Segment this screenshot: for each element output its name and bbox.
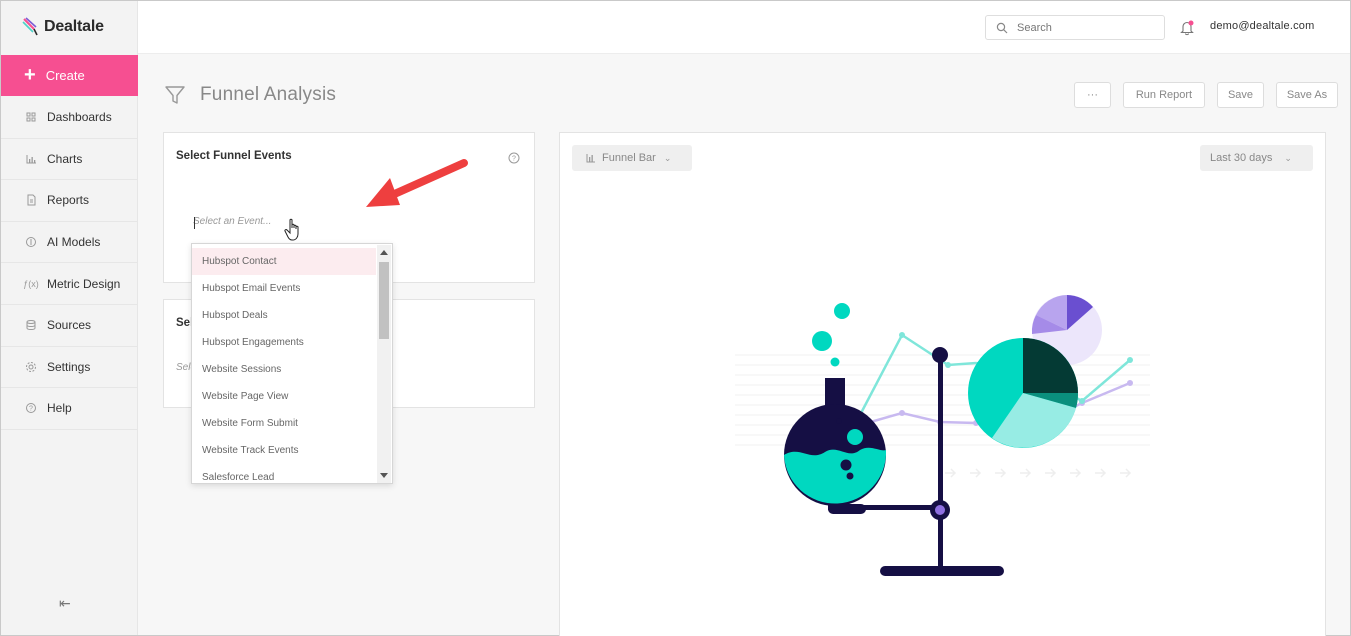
collapse-sidebar-icon[interactable]: ⇤ bbox=[59, 595, 71, 612]
sidebar-item-dashboards[interactable]: Dashboards bbox=[1, 97, 138, 139]
grid-icon bbox=[26, 112, 36, 122]
bar-chart-icon bbox=[26, 154, 36, 164]
dropdown-option[interactable]: Website Page View bbox=[192, 383, 376, 410]
more-options-button[interactable]: ··· bbox=[1074, 82, 1111, 108]
sidebar-item-help[interactable]: ? Help bbox=[1, 388, 138, 430]
dropdown-option[interactable]: Hubspot Email Events bbox=[192, 275, 376, 302]
sidebar-item-label: Reports bbox=[47, 193, 90, 208]
scrollbar-thumb[interactable] bbox=[379, 262, 389, 339]
search-box[interactable] bbox=[985, 15, 1165, 40]
brand-name: Dealtale bbox=[44, 18, 104, 35]
sidebar-item-settings[interactable]: Settings bbox=[1, 347, 138, 389]
page-title: Funnel Analysis bbox=[200, 84, 337, 105]
dropdown-option[interactable]: Hubspot Engagements bbox=[192, 329, 376, 356]
funnel-events-title: Select Funnel Events bbox=[176, 150, 292, 162]
create-label: Create bbox=[45, 68, 85, 83]
sidebar-item-label: Metric Design bbox=[47, 276, 121, 291]
question-icon: ? bbox=[26, 403, 36, 414]
date-range-select[interactable]: Last 30 days ⌄ bbox=[1200, 145, 1313, 171]
dropdown-option[interactable]: Salesforce Lead bbox=[192, 464, 376, 483]
event-dropdown-list: Hubspot Contact Hubspot Email Events Hub… bbox=[192, 248, 376, 483]
event-select-input[interactable]: Select an Event... bbox=[193, 216, 271, 227]
dropdown-scrollbar[interactable] bbox=[377, 245, 391, 483]
svg-text:?: ? bbox=[512, 156, 516, 163]
dropdown-option[interactable]: Website Track Events bbox=[192, 437, 376, 464]
chart-type-label: Funnel Bar bbox=[602, 152, 656, 164]
sidebar-item-reports[interactable]: Reports bbox=[1, 180, 138, 222]
gear-icon bbox=[26, 361, 36, 372]
save-button[interactable]: Save bbox=[1217, 82, 1264, 108]
sidebar-item-label: Sources bbox=[47, 318, 92, 333]
plus-icon: + bbox=[24, 63, 36, 86]
chevron-down-icon: ⌄ bbox=[1284, 152, 1292, 163]
hand-cursor-icon bbox=[284, 218, 299, 241]
date-range-label: Last 30 days bbox=[1210, 152, 1273, 164]
event-dropdown: Hubspot Contact Hubspot Email Events Hub… bbox=[191, 243, 393, 484]
sidebar-item-charts[interactable]: Charts bbox=[1, 139, 138, 181]
help-icon[interactable]: ? bbox=[508, 152, 520, 164]
sidebar-nav: Dashboards Charts Reports AI Models ƒ(x)… bbox=[1, 97, 138, 430]
function-icon: ƒ(x) bbox=[23, 278, 39, 289]
top-bar: demo@dealtale.com bbox=[138, 1, 1350, 54]
database-icon bbox=[26, 320, 36, 331]
document-icon bbox=[27, 194, 36, 206]
run-report-button[interactable]: Run Report bbox=[1123, 82, 1205, 108]
search-icon bbox=[996, 22, 1008, 33]
chevron-down-icon: ⌄ bbox=[663, 152, 672, 163]
dropdown-option[interactable]: Hubspot Deals bbox=[192, 302, 376, 329]
save-as-button[interactable]: Save As bbox=[1276, 82, 1338, 108]
sidebar-item-metric-design[interactable]: ƒ(x) Metric Design bbox=[1, 263, 138, 305]
sidebar-item-ai-models[interactable]: AI Models bbox=[1, 222, 138, 264]
annotation-arrow-icon bbox=[366, 159, 468, 207]
user-email[interactable]: demo@dealtale.com bbox=[1210, 20, 1314, 32]
brand-logo[interactable]: Dealtale bbox=[22, 17, 104, 37]
sidebar-item-label: AI Models bbox=[47, 235, 101, 250]
dealtale-logo-icon bbox=[22, 17, 38, 36]
search-input[interactable] bbox=[1017, 21, 1157, 34]
dropdown-option[interactable]: Website Form Submit bbox=[192, 410, 376, 437]
bar-chart-icon bbox=[586, 154, 595, 163]
dropdown-option[interactable]: Hubspot Contact bbox=[192, 248, 376, 275]
dropdown-option[interactable]: Website Sessions bbox=[192, 356, 376, 383]
sidebar: Dealtale + Create Dashboards Charts Repo… bbox=[1, 1, 138, 635]
svg-text:?: ? bbox=[29, 406, 33, 413]
scroll-up-arrow-icon[interactable] bbox=[380, 250, 388, 255]
page-header: Funnel Analysis bbox=[164, 84, 336, 106]
sidebar-item-label: Help bbox=[47, 401, 72, 416]
sidebar-item-label: Charts bbox=[47, 151, 83, 166]
sidebar-item-label: Settings bbox=[47, 359, 91, 374]
scroll-down-arrow-icon[interactable] bbox=[380, 473, 388, 478]
ai-icon bbox=[26, 237, 36, 248]
empty-state-illustration bbox=[735, 295, 1150, 576]
text-caret bbox=[194, 217, 195, 229]
sidebar-item-label: Dashboards bbox=[47, 110, 112, 125]
chart-type-select[interactable]: Funnel Bar ⌄ bbox=[572, 145, 692, 171]
create-button[interactable]: + Create bbox=[1, 55, 138, 96]
sidebar-item-sources[interactable]: Sources bbox=[1, 305, 138, 347]
funnel-filter-icon bbox=[165, 86, 185, 104]
notification-bell-icon[interactable] bbox=[1180, 20, 1194, 36]
